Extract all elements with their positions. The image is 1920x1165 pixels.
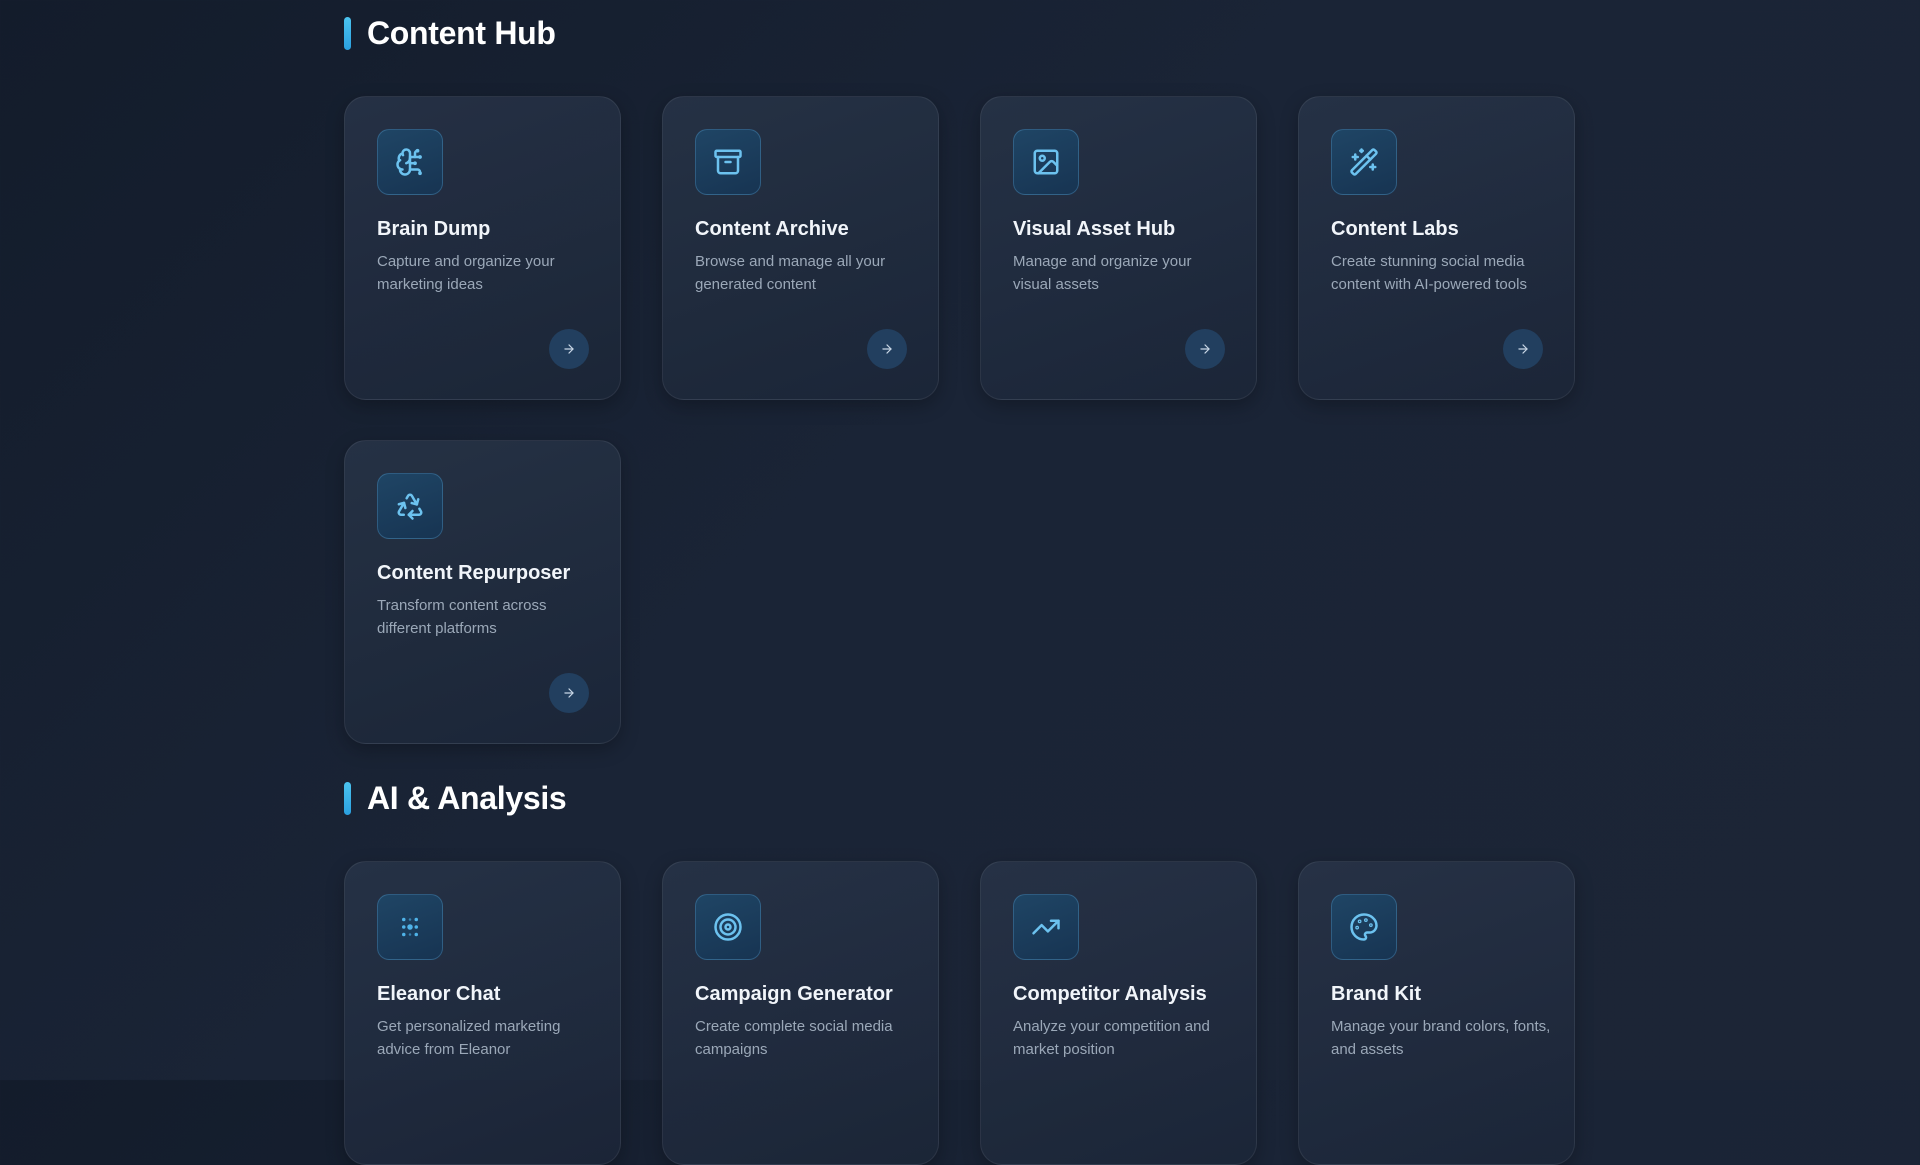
card-title: Competitor Analysis — [1013, 983, 1207, 1005]
open-content-labs-button[interactable] — [1503, 329, 1543, 369]
card-title: Content Archive — [695, 218, 849, 240]
card-title: Brain Dump — [377, 218, 491, 240]
card-grid: Eleanor Chat Get personalized marketing … — [344, 861, 1576, 1165]
card-visual-asset-hub[interactable]: Visual Asset Hub Manage and organize you… — [980, 96, 1257, 400]
arrow-right-icon — [564, 344, 574, 354]
card-title: Eleanor Chat — [377, 983, 501, 1005]
arrow-right-icon — [1518, 344, 1528, 354]
card-title: Campaign Generator — [695, 983, 893, 1005]
card-grid: Brain Dump Capture and organize your mar… — [344, 96, 1576, 744]
trending-up-icon — [1013, 894, 1079, 960]
section-accent-bar — [344, 16, 351, 50]
content-hub-section: Content Hub Brain Dump Capture and organ… — [344, 13, 1576, 744]
card-description: Transform content across different platf… — [377, 597, 547, 637]
dots-grid-icon — [377, 894, 443, 960]
ai-analysis-section: AI & Analysis Eleanor Chat Get personali… — [344, 778, 1576, 1165]
card-title: Content Labs — [1331, 218, 1459, 240]
card-description: Browse and manage all your generated con… — [695, 253, 886, 293]
image-icon — [1013, 129, 1079, 195]
section-title: Content Hub — [367, 14, 556, 51]
target-icon — [695, 894, 761, 960]
open-content-repurposer-button[interactable] — [549, 673, 589, 713]
card-content-archive[interactable]: Content Archive Browse and manage all yo… — [662, 96, 939, 400]
card-title: Brand Kit — [1331, 983, 1421, 1005]
section-accent-bar — [344, 781, 351, 815]
archive-icon — [695, 129, 761, 195]
card-description: Manage your brand colors, fonts, and ass… — [1331, 1018, 1551, 1058]
magic-wand-icon — [1331, 129, 1397, 195]
card-description: Create complete social media campaigns — [695, 1018, 893, 1058]
card-description: Capture and organize your marketing idea… — [377, 253, 555, 293]
card-description: Create stunning social media content wit… — [1331, 253, 1527, 293]
section-header: Content Hub — [344, 13, 1576, 53]
brain-icon — [377, 129, 443, 195]
card-title: Content Repurposer — [377, 562, 571, 584]
open-visual-asset-hub-button[interactable] — [1185, 329, 1225, 369]
card-eleanor-chat[interactable]: Eleanor Chat Get personalized marketing … — [344, 861, 621, 1165]
card-description: Analyze your competition and market posi… — [1013, 1018, 1210, 1058]
section-header: AI & Analysis — [344, 778, 1576, 818]
card-title: Visual Asset Hub — [1013, 218, 1176, 240]
section-title: AI & Analysis — [367, 779, 567, 816]
palette-icon — [1331, 894, 1397, 960]
recycle-icon — [377, 473, 443, 539]
card-brand-kit[interactable]: Brand Kit Manage your brand colors, font… — [1298, 861, 1575, 1165]
card-brain-dump[interactable]: Brain Dump Capture and organize your mar… — [344, 96, 621, 400]
arrow-right-icon — [882, 344, 892, 354]
card-competitor-analysis[interactable]: Competitor Analysis Analyze your competi… — [980, 861, 1257, 1165]
card-description: Get personalized marketing advice from E… — [377, 1018, 561, 1058]
card-content-repurposer[interactable]: Content Repurposer Transform content acr… — [344, 440, 621, 744]
open-brain-dump-button[interactable] — [549, 329, 589, 369]
arrow-right-icon — [1200, 344, 1210, 354]
card-campaign-generator[interactable]: Campaign Generator Create complete socia… — [662, 861, 939, 1165]
card-content-labs[interactable]: Content Labs Create stunning social medi… — [1298, 96, 1575, 400]
open-content-archive-button[interactable] — [867, 329, 907, 369]
card-description: Manage and organize your visual assets — [1013, 253, 1192, 293]
arrow-right-icon — [564, 688, 574, 698]
